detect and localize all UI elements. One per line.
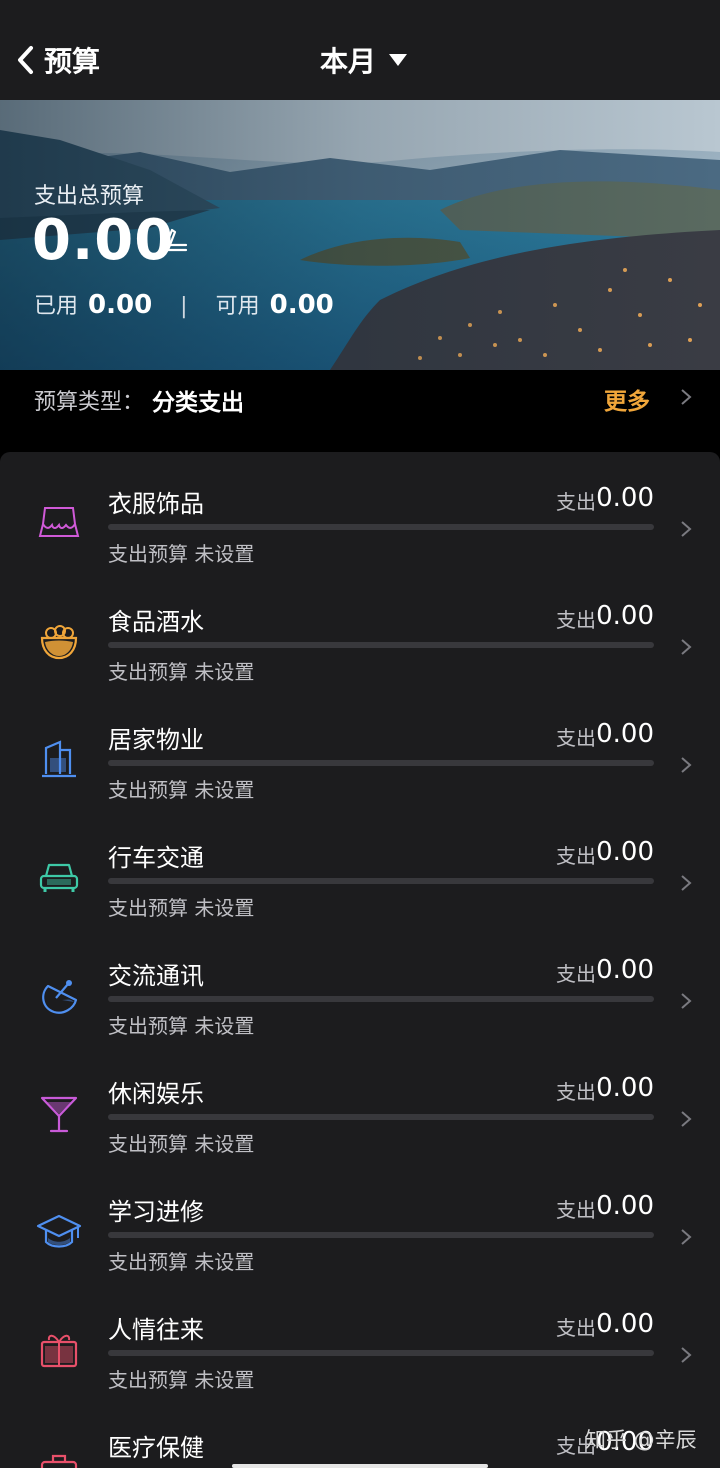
used-label: 已用 bbox=[34, 294, 79, 319]
available-label: 可用 bbox=[215, 294, 260, 319]
satellite-dish-icon bbox=[42, 980, 78, 1014]
top-bar: 预算 本月 bbox=[0, 0, 720, 100]
chevron-right-icon bbox=[681, 993, 692, 1009]
edit-pencil-icon[interactable] bbox=[160, 226, 188, 254]
category-row[interactable]: 居家物业 支出 0.00 支出预算 未设置 bbox=[0, 688, 720, 806]
period-selector[interactable]: 本月 bbox=[320, 40, 408, 80]
caret-down-icon bbox=[389, 54, 408, 66]
budget-status: 支出预算 未设置 bbox=[108, 660, 255, 684]
stats-divider: | bbox=[180, 294, 188, 319]
budget-progress-bar bbox=[108, 1114, 654, 1120]
category-name: 医疗保健 bbox=[108, 1434, 204, 1462]
budget-summary-card: 支出总预算 0.00 已用 0.00 | 可用 0.00 bbox=[0, 100, 720, 370]
medical-kit-icon bbox=[40, 1454, 78, 1468]
period-label: 本月 bbox=[320, 45, 377, 78]
spend-label: 支出 bbox=[556, 490, 596, 514]
chevron-right-icon bbox=[681, 875, 692, 891]
category-row[interactable]: 休闲娱乐 支出 0.00 支出预算 未设置 bbox=[0, 1042, 720, 1160]
budget-progress-bar bbox=[108, 878, 654, 884]
spend-label: 支出 bbox=[556, 1198, 596, 1222]
category-row[interactable]: 人情往来 支出 0.00 支出预算 未设置 bbox=[0, 1278, 720, 1396]
budget-status: 支出预算 未设置 bbox=[108, 1014, 255, 1038]
spend-label: 支出 bbox=[556, 844, 596, 868]
spend-amount: 0.00 bbox=[596, 483, 654, 513]
used-value: 0.00 bbox=[88, 290, 153, 320]
budget-status: 支出预算 未设置 bbox=[108, 896, 255, 920]
gift-icon bbox=[40, 1334, 78, 1368]
category-name: 人情往来 bbox=[108, 1316, 204, 1344]
category-row[interactable]: 食品酒水 支出 0.00 支出预算 未设置 bbox=[0, 570, 720, 688]
spend-amount: 0.00 bbox=[596, 955, 654, 985]
total-budget-value: 0.00 bbox=[32, 208, 175, 273]
budget-status: 支出预算 未设置 bbox=[108, 1250, 255, 1274]
spend-label: 支出 bbox=[556, 1316, 596, 1340]
spend-amount: 0.00 bbox=[596, 601, 654, 631]
spend-amount: 0.00 bbox=[596, 719, 654, 749]
car-icon bbox=[39, 863, 79, 892]
spend-amount: 0.00 bbox=[596, 837, 654, 867]
graduation-cap-icon bbox=[36, 1214, 82, 1248]
more-link[interactable]: 更多 bbox=[604, 382, 650, 416]
budget-progress-bar bbox=[108, 524, 654, 530]
chevron-left-icon bbox=[18, 46, 33, 74]
budget-usage-summary: 已用 0.00 | 可用 0.00 bbox=[34, 288, 334, 320]
cocktail-icon bbox=[40, 1096, 78, 1133]
category-budget-list: 衣服饰品 支出 0.00 支出预算 未设置 食品酒水 支出 0.00 支出预算 … bbox=[0, 452, 720, 1468]
budget-status: 支出预算 未设置 bbox=[108, 542, 255, 566]
spend-label: 支出 bbox=[556, 726, 596, 750]
spend-label: 支出 bbox=[556, 962, 596, 986]
budget-progress-bar bbox=[108, 760, 654, 766]
budget-progress-bar bbox=[108, 996, 654, 1002]
chevron-right-icon bbox=[681, 521, 692, 537]
budget-progress-bar bbox=[108, 1350, 654, 1356]
total-budget-label: 支出总预算 bbox=[34, 184, 145, 209]
category-name: 居家物业 bbox=[108, 726, 204, 754]
available-value: 0.00 bbox=[269, 290, 334, 320]
clothing-icon bbox=[38, 507, 80, 537]
category-name: 行车交通 bbox=[108, 844, 204, 872]
spend-label: 支出 bbox=[556, 1080, 596, 1104]
chevron-right-icon[interactable] bbox=[680, 388, 692, 406]
category-name: 交流通讯 bbox=[108, 962, 204, 990]
chevron-right-icon bbox=[681, 757, 692, 773]
category-name: 食品酒水 bbox=[108, 608, 204, 636]
spend-amount: 0.00 bbox=[596, 1191, 654, 1221]
budget-type-label: 预算类型： bbox=[34, 390, 145, 415]
category-name: 休闲娱乐 bbox=[108, 1080, 204, 1108]
budget-type-value: 分类支出 bbox=[152, 390, 244, 416]
budget-progress-bar bbox=[108, 642, 654, 648]
back-label: 预算 bbox=[44, 45, 101, 78]
category-row[interactable]: 学习进修 支出 0.00 支出预算 未设置 bbox=[0, 1160, 720, 1278]
budget-type-row: 预算类型： 分类支出 更多 bbox=[0, 370, 720, 452]
chevron-right-icon bbox=[681, 1111, 692, 1127]
category-row[interactable]: 交流通讯 支出 0.00 支出预算 未设置 bbox=[0, 924, 720, 1042]
category-row[interactable]: 行车交通 支出 0.00 支出预算 未设置 bbox=[0, 806, 720, 924]
budget-status: 支出预算 未设置 bbox=[108, 1132, 255, 1156]
home-indicator[interactable] bbox=[232, 1464, 488, 1468]
chevron-right-icon bbox=[681, 639, 692, 655]
budget-status: 支出预算 未设置 bbox=[108, 778, 255, 802]
spend-amount: 0.00 bbox=[596, 1073, 654, 1103]
budget-progress-bar bbox=[108, 1232, 654, 1238]
category-name: 衣服饰品 bbox=[108, 490, 204, 518]
chevron-right-icon bbox=[681, 1229, 692, 1245]
category-row[interactable]: 衣服饰品 支出 0.00 支出预算 未设置 bbox=[0, 452, 720, 570]
building-icon bbox=[42, 740, 76, 778]
category-name: 学习进修 bbox=[108, 1198, 204, 1226]
chevron-right-icon bbox=[681, 1347, 692, 1363]
watermark: 知乎 @辛辰 bbox=[585, 1428, 697, 1452]
back-button[interactable]: 预算 bbox=[14, 40, 100, 80]
food-bowl-icon bbox=[40, 625, 78, 660]
spend-amount: 0.00 bbox=[596, 1309, 654, 1339]
budget-status: 支出预算 未设置 bbox=[108, 1368, 255, 1392]
spend-label: 支出 bbox=[556, 608, 596, 632]
